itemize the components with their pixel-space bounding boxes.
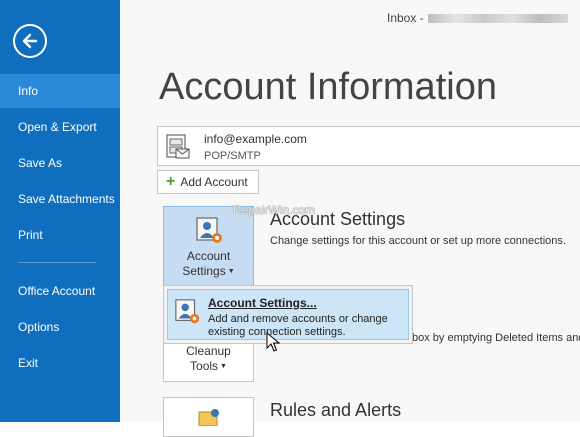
add-account-label: Add Account [180, 175, 248, 189]
account-settings-tile-label-line1: Account [186, 249, 231, 263]
sidebar-item-print[interactable]: Print [0, 218, 120, 252]
account-settings-icon [195, 216, 225, 249]
sidebar-item-options[interactable]: Options [0, 310, 120, 344]
cleanup-tools-button[interactable]: Cleanup Tools ▼ [163, 338, 254, 382]
account-settings-tile-button[interactable]: Account Settings ▼ [163, 206, 254, 286]
email-account-icon [166, 134, 190, 165]
sidebar-item-save-as[interactable]: Save As [0, 146, 120, 180]
menu-item-account-settings[interactable]: Account Settings... Add and remove accou… [167, 289, 409, 340]
sidebar-item-open-export[interactable]: Open & Export [0, 110, 120, 144]
dropdown-caret-icon: ▼ [227, 268, 235, 276]
sidebar-item-info[interactable]: Info [0, 74, 120, 108]
watermark-text: RepairWin.com [233, 203, 316, 217]
sidebar-item-save-attachments[interactable]: Save Attachments [0, 182, 120, 216]
account-settings-tile-label-line2: Settings ▼ [164, 264, 253, 278]
sidebar-item-exit[interactable]: Exit [0, 346, 120, 380]
account-settings-description: Change settings for this account or set … [270, 235, 566, 247]
cleanup-tools-label-line2: Tools ▼ [164, 359, 253, 373]
menu-item-title: Account Settings... [208, 296, 317, 310]
page-title: Account Information [159, 66, 497, 108]
account-settings-tile-label-text: Settings [182, 264, 226, 278]
menu-item-description: Add and remove accounts or change existi… [208, 313, 388, 338]
backstage-sidebar: Info Open & Export Save As Save Attachme… [0, 0, 120, 422]
rules-and-alerts-button[interactable] [163, 397, 254, 437]
account-selector[interactable]: info@example.com POP/SMTP [157, 126, 580, 166]
account-settings-dropdown-menu: Account Settings... Add and remove accou… [163, 285, 413, 344]
window-title: Inbox - [387, 11, 568, 25]
window-title-text: Inbox - [387, 11, 424, 25]
mouse-cursor-icon [266, 331, 281, 357]
rules-alerts-heading: Rules and Alerts [270, 400, 402, 420]
add-account-button[interactable]: + Add Account [157, 170, 259, 194]
rules-alerts-icon [195, 406, 225, 429]
cleanup-tools-label-text: Tools [190, 359, 219, 373]
sidebar-divider [18, 262, 96, 263]
cleanup-description: box by emptying Deleted Items and [412, 332, 580, 344]
redacted-account-name [427, 14, 568, 24]
dropdown-caret-icon: ▼ [220, 363, 227, 371]
account-email: info@example.com [204, 132, 307, 146]
account-type: POP/SMTP [204, 150, 261, 162]
sidebar-item-office-account[interactable]: Office Account [0, 274, 120, 308]
account-settings-icon [174, 298, 202, 331]
plus-icon: + [166, 173, 176, 190]
back-arrow-icon[interactable] [13, 24, 47, 58]
cleanup-tools-label-line1: Cleanup [186, 344, 231, 358]
